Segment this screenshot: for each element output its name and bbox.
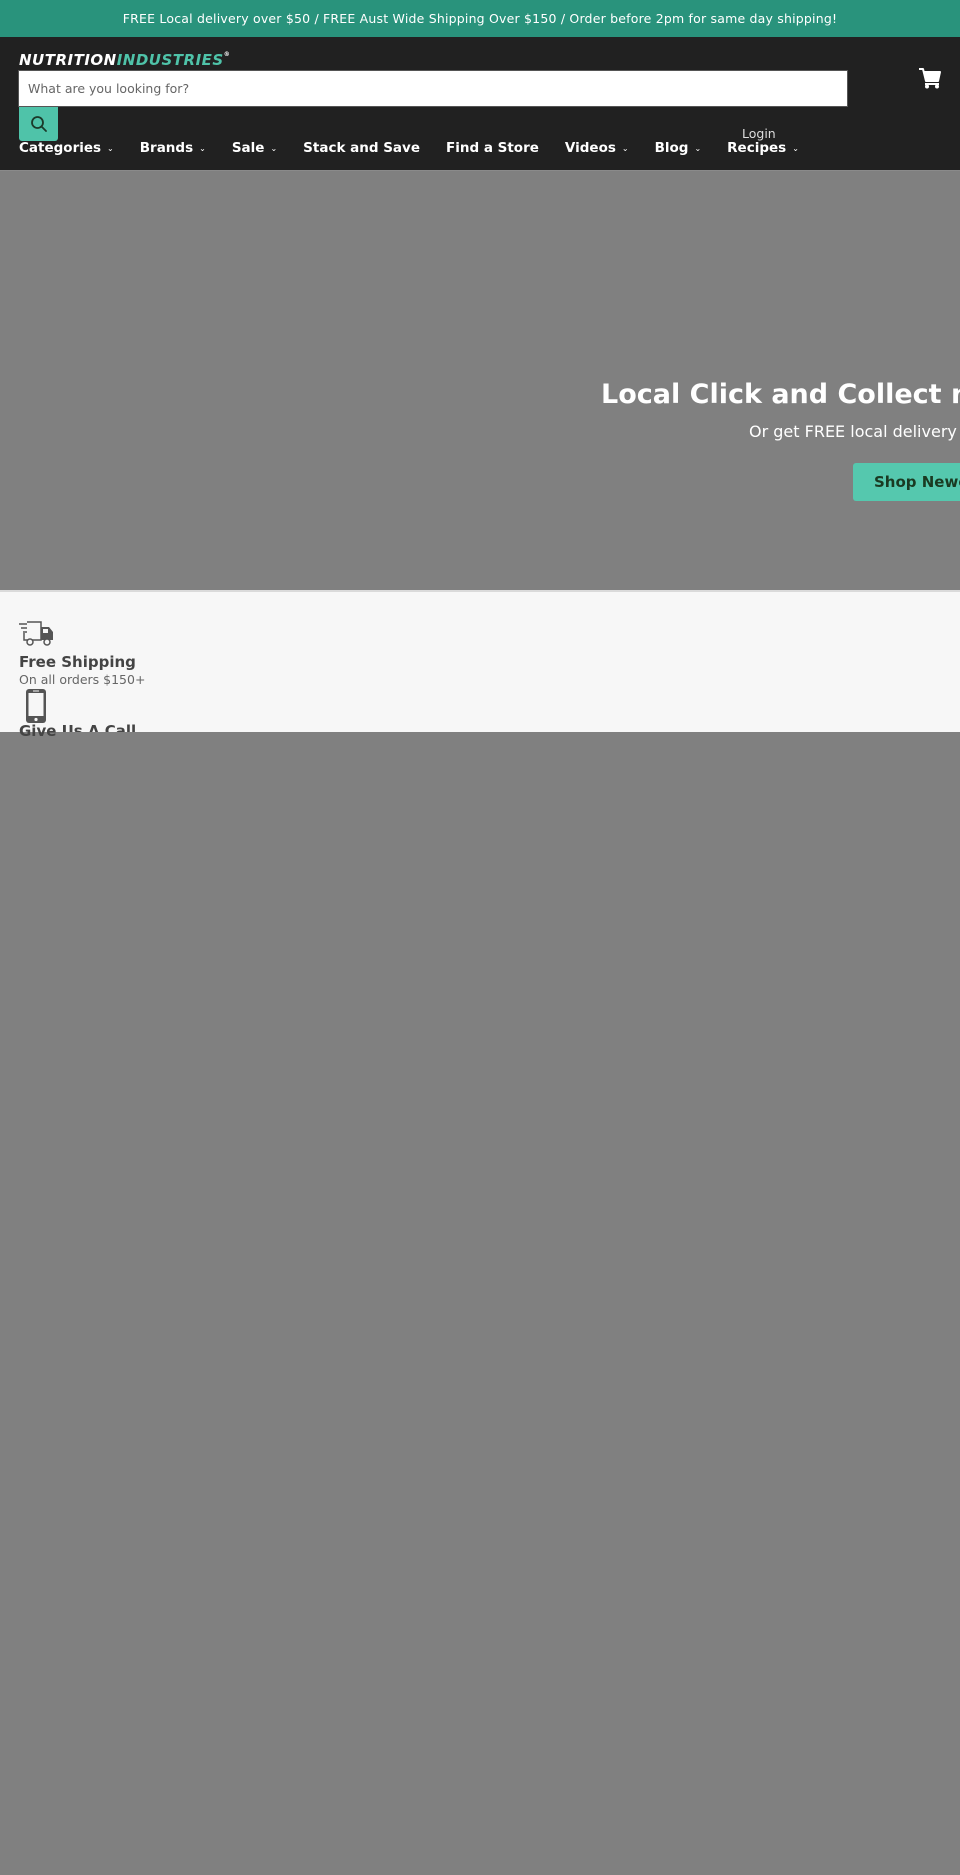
nav-item-stack-and-save[interactable]: Stack and Save	[303, 140, 420, 156]
logo-reg: ®	[223, 51, 231, 58]
nav-item-blog[interactable]: Blog ⌄	[655, 140, 702, 156]
chevron-down-icon: ⌄	[270, 143, 278, 153]
features-bar: Free Shipping On all orders $150+ Give U…	[0, 590, 960, 740]
feature-title: Free Shipping	[19, 653, 136, 671]
search-icon	[30, 116, 47, 132]
chevron-down-icon: ⌄	[199, 143, 206, 153]
nav-item-sale[interactable]: Sale ⌄	[232, 140, 277, 156]
hero-title: Local Click and Collect now	[601, 379, 960, 410]
nav-label: Blog	[654, 140, 689, 156]
logo-part2: INDUSTRIES	[116, 51, 224, 69]
hero-subtitle: Or get FREE local delivery if	[749, 422, 960, 441]
chevron-down-icon: ⌄	[621, 143, 629, 153]
nav-label: Recipes	[727, 140, 787, 156]
nav-label: Videos	[564, 140, 616, 156]
nav-label: Brands	[139, 140, 194, 156]
nav-item-videos[interactable]: Videos ⌄	[565, 140, 629, 156]
chevron-down-icon: ⌄	[107, 143, 114, 153]
nav-label: Sale	[231, 140, 265, 156]
announcement-bar: FREE Local delivery over $50 / FREE Aust…	[0, 0, 960, 37]
main-nav: Categories ⌄ Brands ⌄ Sale ⌄ Stack and Save…	[19, 140, 825, 156]
announcement-text: FREE Local delivery over $50 / FREE Aust…	[122, 11, 838, 26]
hero-banner: Local Click and Collect now Or get FREE …	[0, 170, 960, 590]
search-button[interactable]	[19, 107, 58, 141]
chevron-down-icon: ⌄	[694, 143, 702, 153]
cart-icon	[919, 68, 941, 89]
feature-subtitle: On all orders $150+	[19, 672, 146, 687]
phone-icon	[26, 689, 46, 723]
nav-label: Categories	[19, 140, 102, 156]
chevron-down-icon: ⌄	[792, 143, 799, 153]
nav-item-brands[interactable]: Brands ⌄	[140, 140, 206, 156]
shop-newest-button[interactable]: Shop Newest	[853, 463, 960, 501]
nav-item-categories[interactable]: Categories ⌄	[19, 140, 114, 156]
nav-label: Stack and Save	[303, 140, 420, 156]
login-link[interactable]: Login	[742, 126, 776, 141]
nav-label: Find a Store	[446, 140, 539, 156]
overlay	[60, 732, 960, 746]
site-header: NUTRITIONINDUSTRIES® Login Categories ⌄ B…	[0, 37, 960, 170]
cart-button[interactable]	[918, 67, 942, 89]
overlay	[0, 746, 960, 1875]
truck-icon	[19, 621, 53, 646]
search-input[interactable]	[18, 70, 848, 107]
logo[interactable]: NUTRITIONINDUSTRIES®	[19, 51, 230, 69]
logo-part1: NUTRITION	[19, 51, 117, 69]
nav-item-find-a-store[interactable]: Find a Store	[446, 140, 539, 156]
nav-item-recipes[interactable]: Recipes ⌄	[727, 140, 799, 156]
